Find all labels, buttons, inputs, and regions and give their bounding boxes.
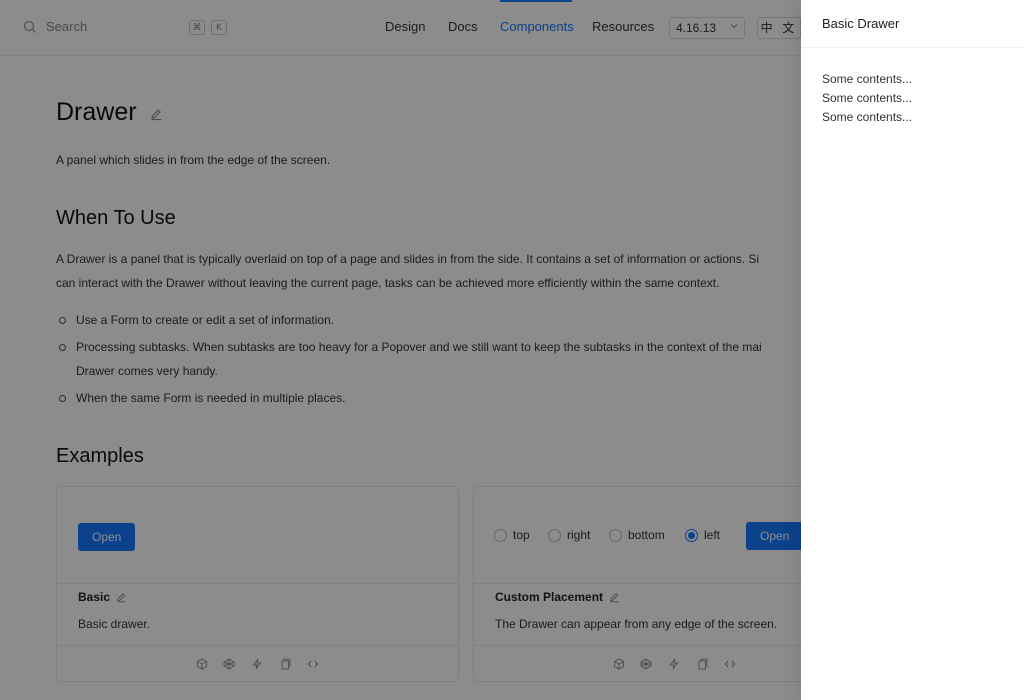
drawer-body: Some contents... Some contents... Some c… xyxy=(801,48,1024,149)
drawer-header: Basic Drawer xyxy=(801,0,1024,48)
drawer-content-line: Some contents... xyxy=(822,110,913,124)
drawer-content-line: Some contents... xyxy=(822,72,913,86)
drawer-title: Basic Drawer xyxy=(822,16,900,31)
drawer-panel: Basic Drawer Some contents... Some conte… xyxy=(801,0,1024,700)
drawer-content-line: Some contents... xyxy=(822,91,913,105)
